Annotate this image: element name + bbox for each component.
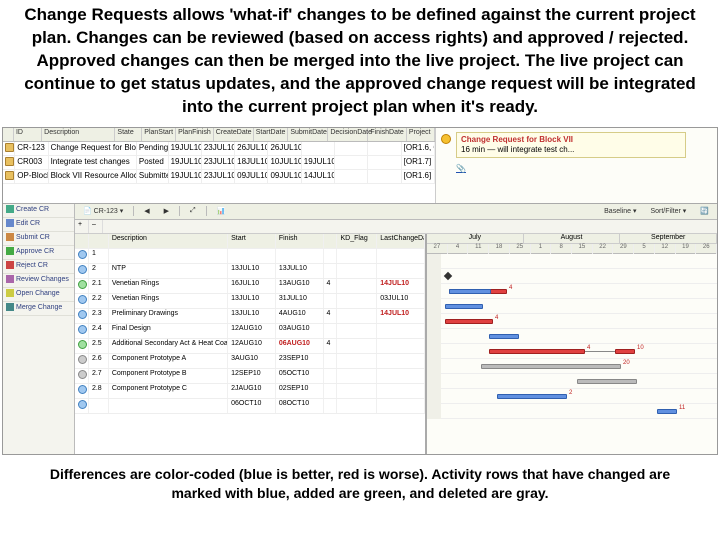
task-status-icon (78, 295, 87, 304)
task-row[interactable]: 2.2 Venetian Rings 13JUL10 31JUL10 03JUL… (75, 294, 425, 309)
task-status-icon (78, 370, 87, 379)
cr-icon (5, 171, 14, 180)
task-status-icon (78, 340, 87, 349)
sidebar-item[interactable]: Submit CR (3, 232, 74, 246)
table-sub-toolbar: + – (75, 220, 717, 234)
sidebar-item[interactable]: Review Changes (3, 274, 74, 288)
ic-app-icon (6, 247, 14, 255)
expand-icon[interactable]: ⤢ (186, 206, 200, 216)
task-status-icon (78, 280, 87, 289)
gantt-bar[interactable] (657, 409, 677, 414)
sidebar-item[interactable]: Approve CR (3, 246, 74, 260)
nav-next-icon[interactable]: ▶ (160, 206, 173, 216)
cr-dropdown[interactable]: 📄 CR-123 ▾ (79, 206, 127, 216)
chart-icon[interactable]: 📊 (213, 206, 230, 216)
gantt-row (427, 299, 717, 314)
page-title: Change Requests allows 'what-if' changes… (0, 0, 720, 127)
task-row[interactable]: 1 (75, 249, 425, 264)
gantt-row: 20 (427, 359, 717, 374)
gantt-bar[interactable] (577, 379, 637, 384)
ic-mrg-icon (6, 303, 14, 311)
gantt-row: 11 (427, 404, 717, 419)
sidebar-item[interactable]: Merge Change (3, 302, 74, 316)
gantt-row: 410 (427, 344, 717, 359)
gantt-bar[interactable] (489, 334, 519, 339)
gantt-row (427, 374, 717, 389)
toolbar: 📄 CR-123 ▾ ◀ ▶ ⤢ 📊 Baseline ▾ Sort/Filte… (75, 204, 717, 220)
gantt-bar[interactable] (445, 304, 483, 309)
task-status-icon (78, 385, 87, 394)
task-row[interactable]: 2.4 Final Design 12AUG10 03AUG10 (75, 324, 425, 339)
task-status-icon (78, 400, 87, 409)
sort-filter-dropdown[interactable]: Sort/Filter ▾ (646, 206, 690, 216)
warning-icon (441, 134, 451, 144)
cr-row[interactable]: OP-BlockBlock VII Resource AllocationSub… (3, 170, 435, 184)
refresh-icon[interactable]: 🔄 (696, 206, 713, 216)
gantt-row (427, 254, 717, 269)
task-row[interactable]: 2.3 Preliminary Drawings 13JUL10 4AUG10 … (75, 309, 425, 324)
gantt-row: 2 (427, 389, 717, 404)
task-status-icon (78, 325, 87, 334)
task-table: DescriptionStartFinishKD_FlagLastChangeD… (75, 234, 427, 454)
ic-new-icon (6, 205, 14, 213)
task-row[interactable]: 2 NTP 13JUL10 13JUL10 (75, 264, 425, 279)
ic-rev-icon (6, 275, 14, 283)
nav-prev-icon[interactable]: ◀ (140, 206, 153, 216)
gantt-bar[interactable] (489, 349, 585, 354)
cr-icon (5, 143, 14, 152)
task-row[interactable]: 2.8 Component Prototype C 2JAUG10 02SEP1… (75, 384, 425, 399)
task-status-icon (78, 265, 87, 274)
main-panel: 📄 CR-123 ▾ ◀ ▶ ⤢ 📊 Baseline ▾ Sort/Filte… (75, 204, 717, 454)
gantt-bar[interactable] (481, 364, 621, 369)
gantt-bar[interactable] (615, 349, 635, 354)
task-status-icon (78, 310, 87, 319)
app-screenshot: IDDescriptionStatePlanStartPlanFinishCre… (2, 127, 718, 455)
gantt-row: 4 (427, 284, 717, 299)
ic-edit-icon (6, 219, 14, 227)
sidebar-item[interactable]: Edit CR (3, 218, 74, 232)
sidebar-item[interactable]: Reject CR (3, 260, 74, 274)
gantt-row (427, 329, 717, 344)
gantt-row: 4 (427, 314, 717, 329)
cr-grid-header: IDDescriptionStatePlanStartPlanFinishCre… (3, 128, 435, 142)
sidebar-item[interactable]: Create CR (3, 204, 74, 218)
task-table-header: DescriptionStartFinishKD_FlagLastChangeD… (75, 234, 425, 249)
gantt-bar[interactable] (449, 289, 491, 294)
cr-grid: IDDescriptionStatePlanStartPlanFinishCre… (3, 128, 717, 204)
task-row[interactable]: 2.5 Additional Secondary Act & Heat Coat… (75, 339, 425, 354)
ic-sub-icon (6, 233, 14, 241)
task-row[interactable]: 2.1 Venetian Rings 16JUL10 13AUG10 4 14J… (75, 279, 425, 294)
task-status-icon (78, 250, 87, 259)
cr-icon (5, 157, 14, 166)
attachment-link[interactable]: 📎 (456, 164, 466, 173)
gantt-panel: JulyAugustSeptember 27411182518152229512… (427, 234, 717, 454)
task-row[interactable]: 2.7 Component Prototype B 12SEP10 05OCT1… (75, 369, 425, 384)
ic-rej-icon (6, 261, 14, 269)
baseline-dropdown[interactable]: Baseline ▾ (600, 206, 640, 216)
gantt-bar[interactable] (497, 394, 567, 399)
cr-row[interactable]: CR-123Change Request for Block VIIPendin… (3, 142, 435, 156)
sidebar-item[interactable]: Open Change (3, 288, 74, 302)
cr-row[interactable]: CR003Integrate test changesPosted 19JUL1… (3, 156, 435, 170)
task-row[interactable]: 2.6 Component Prototype A 3AUG10 23SEP10 (75, 354, 425, 369)
cr-tooltip: Change Request for Block VII 16 min — wi… (456, 132, 686, 159)
ic-open-icon (6, 289, 14, 297)
timeline-header: JulyAugustSeptember 27411182518152229512… (427, 234, 717, 254)
cr-detail-panel: Change Request for Block VII 16 min — wi… (435, 128, 717, 203)
milestone-marker (444, 271, 452, 279)
gantt-bar[interactable] (445, 319, 493, 324)
task-row[interactable]: 06OCT10 08OCT10 (75, 399, 425, 414)
task-status-icon (78, 355, 87, 364)
sidebar: Create CR Edit CR Submit CR Approve CR R… (3, 204, 75, 454)
gantt-row (427, 269, 717, 284)
footer-caption: Differences are color-coded (blue is bet… (0, 455, 720, 503)
